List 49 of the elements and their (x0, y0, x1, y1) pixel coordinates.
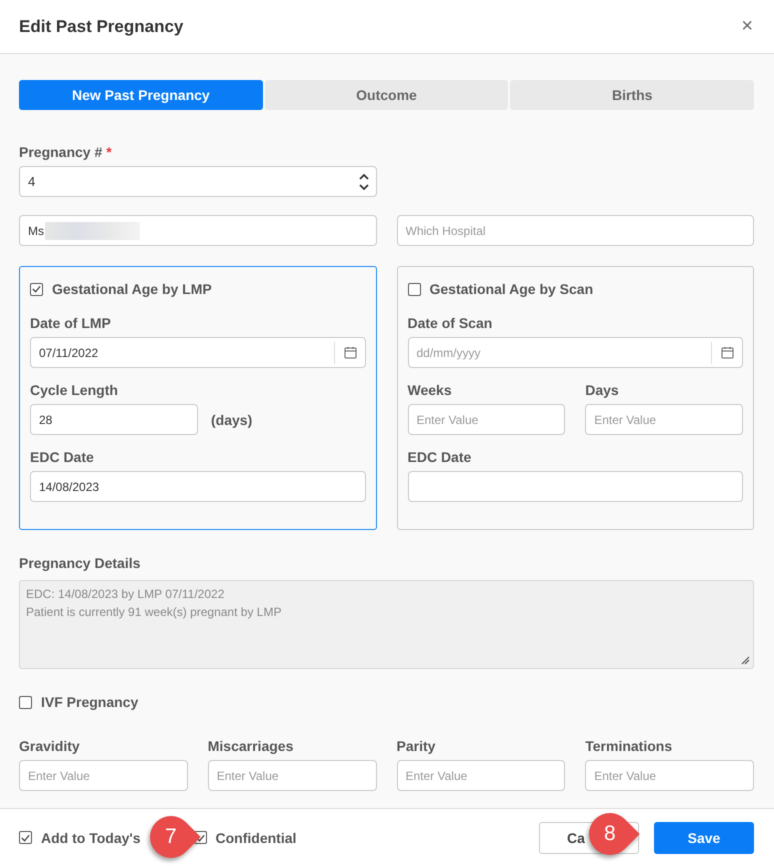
required-mark: * (106, 144, 112, 160)
field-label: EDC Date (30, 449, 95, 465)
value-field[interactable]: Enter Value (19, 760, 188, 791)
cycle-length-field[interactable]: 28 (30, 404, 198, 435)
checkbox-label: Confidential (216, 830, 296, 846)
name-field[interactable]: Ms (19, 215, 376, 246)
value-field[interactable]: Enter Value (408, 404, 566, 435)
edc-date-field[interactable] (408, 471, 743, 502)
field-label: Miscarriages (208, 738, 294, 754)
details-line: Patient is currently 91 week(s) pregnant by LMP (26, 605, 282, 619)
checkbox[interactable] (19, 696, 32, 708)
checkbox-label: Gestational Age by LMP (52, 281, 212, 297)
calendar-icon[interactable] (344, 346, 356, 359)
checkbox-label: Add to Today's (41, 830, 141, 846)
field-label: Pregnancy Details (19, 555, 142, 571)
field-label: EDC Date (408, 449, 472, 465)
value-field[interactable]: Enter Value (208, 760, 376, 791)
field-label: Date of LMP (30, 315, 112, 331)
edc-date-field[interactable]: 14/08/2023 (30, 471, 366, 502)
value-field[interactable]: Enter Value (585, 760, 754, 791)
number-field[interactable]: 4 (19, 166, 377, 197)
tab[interactable]: Outcome (264, 80, 508, 110)
hospital-field[interactable]: Which Hospital (396, 215, 754, 246)
calendar-icon[interactable] (721, 346, 734, 359)
unit-label: (days) (211, 412, 252, 428)
checkbox[interactable] (19, 831, 32, 844)
save-button[interactable]: Save (654, 822, 754, 854)
checkbox[interactable] (30, 282, 43, 296)
checkbox-label: IVF Pregnancy (41, 694, 138, 710)
field-label: Parity (396, 738, 436, 754)
details-text-area[interactable]: EDC: 14/08/2023 by LMP 07/11/2022 Patient is currently 91 week(s) pregnant by LMP (19, 580, 754, 669)
field-label: Gravidity (19, 738, 81, 754)
field-label: Terminations (585, 738, 674, 754)
tab[interactable]: Births (510, 80, 754, 110)
field-label: Date of Scan (408, 315, 494, 331)
field-label: Weeks (408, 382, 453, 398)
date-field[interactable]: 07/11/2022 (30, 337, 366, 368)
dialog-title: Edit Past Pregnancy (19, 16, 184, 36)
field-label: Days (585, 382, 620, 398)
checkbox[interactable] (408, 282, 420, 296)
value-field[interactable]: Enter Value (396, 760, 566, 791)
field-label: Pregnancy # (19, 144, 102, 160)
resize-grip-icon[interactable] (741, 656, 750, 665)
close-button[interactable]: × (739, 15, 755, 38)
field-label: Cycle Length (30, 382, 119, 398)
value-field[interactable]: Enter Value (585, 404, 743, 435)
checkbox-label: Gestational Age by Scan (430, 281, 594, 297)
tab[interactable]: New Past Pregnancy (19, 80, 263, 110)
details-line: EDC: 14/08/2023 by LMP 07/11/2022 (26, 587, 224, 601)
